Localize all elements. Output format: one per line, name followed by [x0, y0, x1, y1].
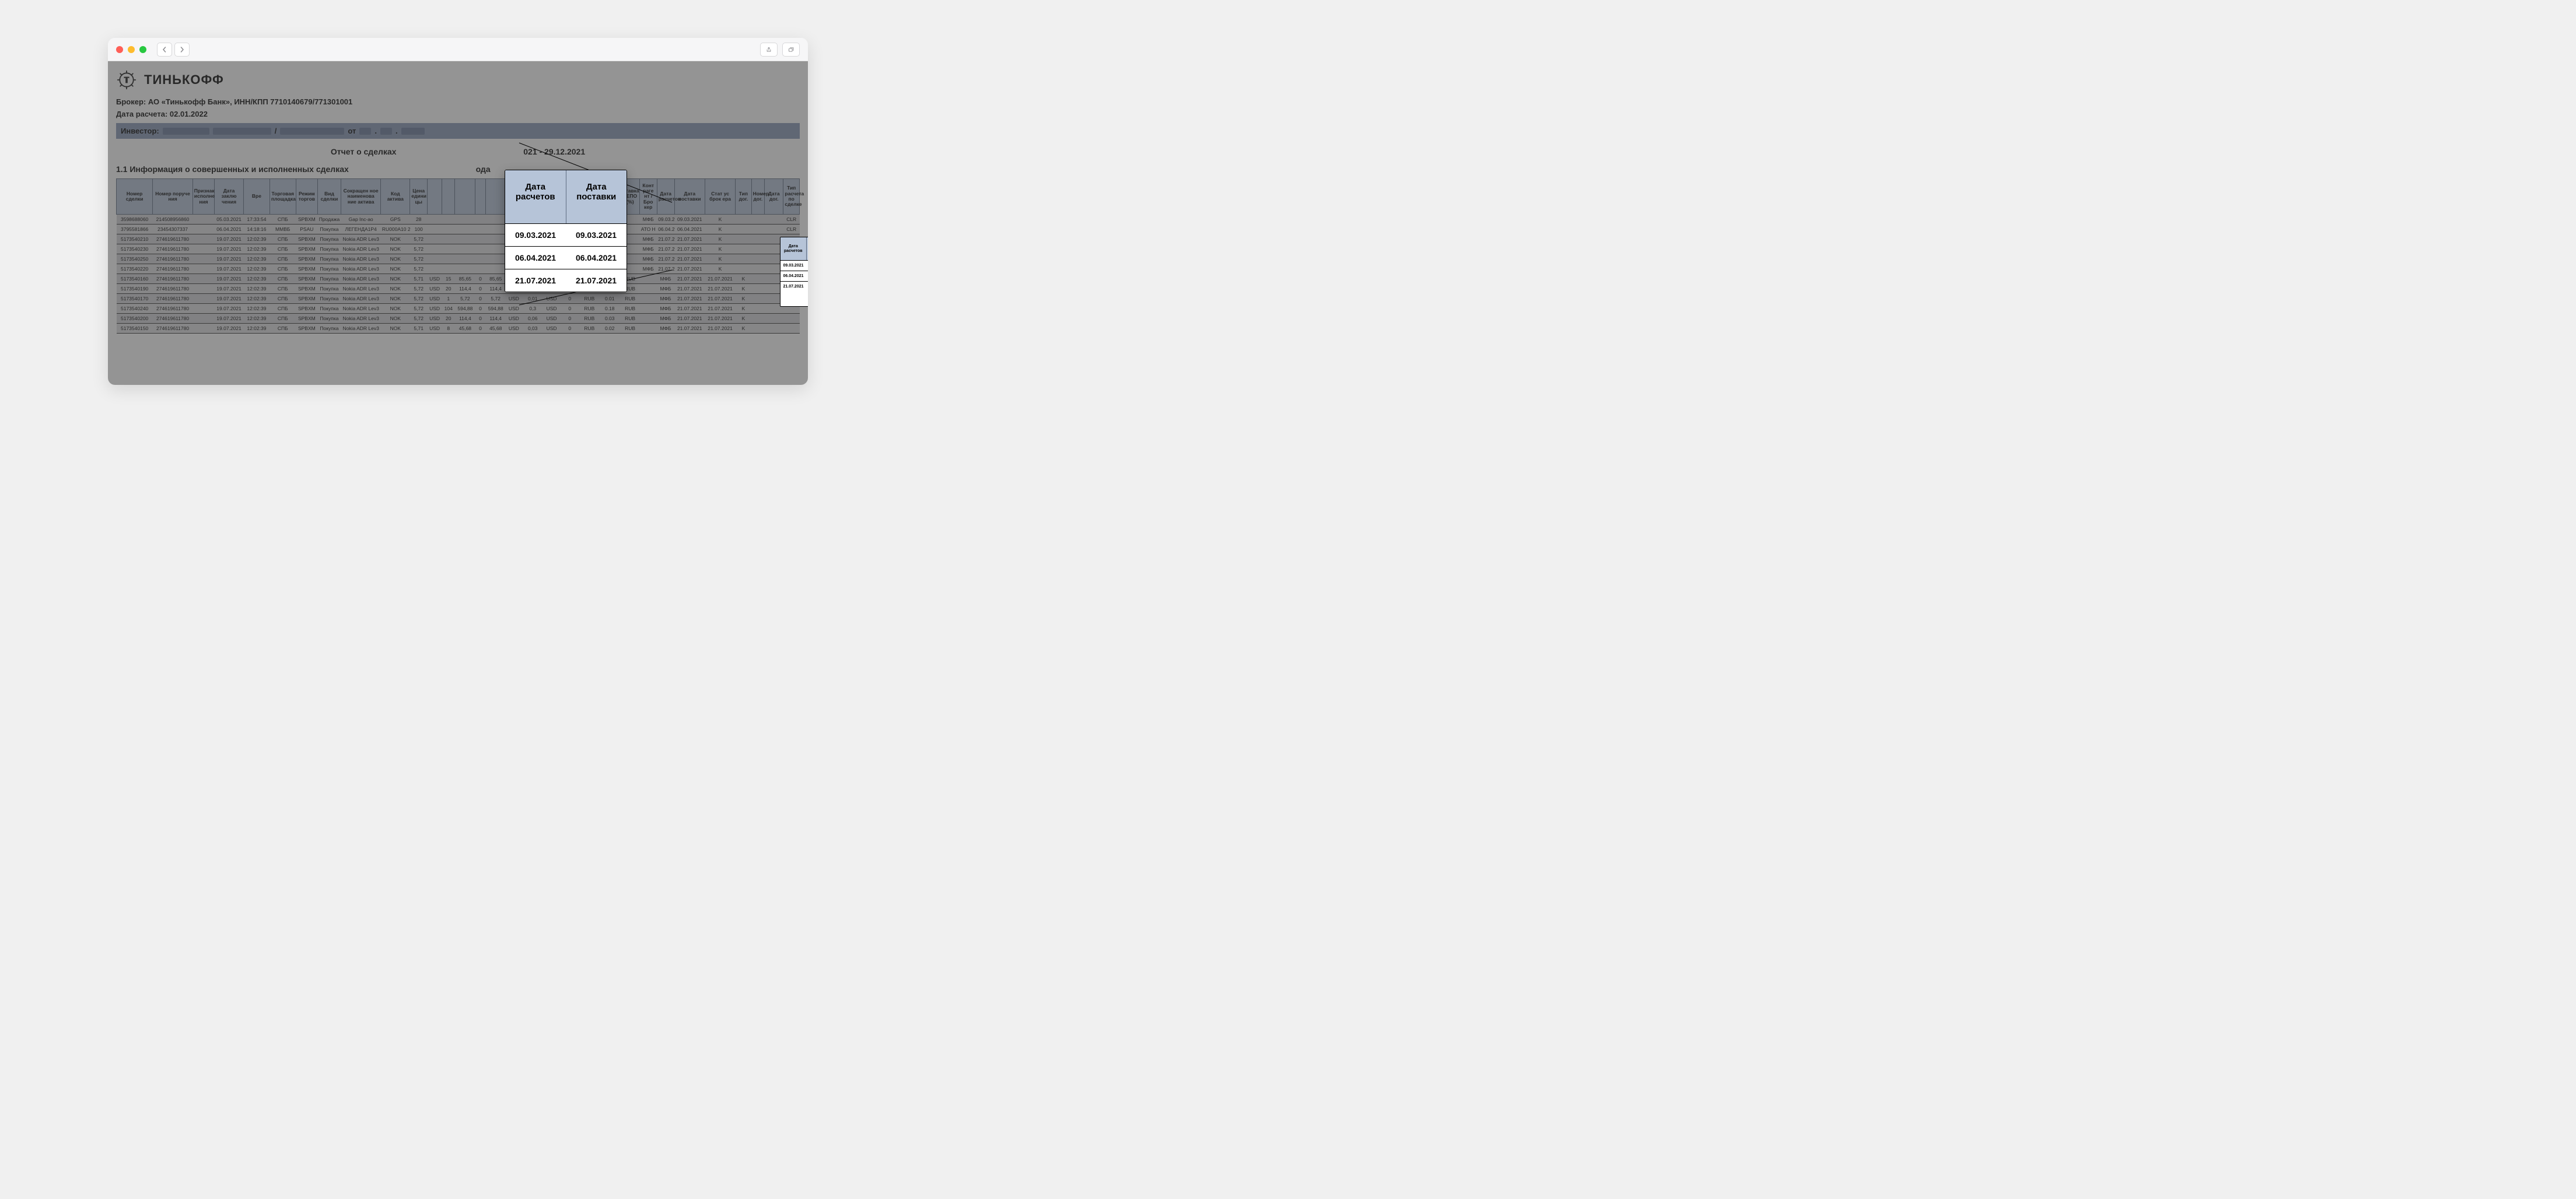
th: Вре: [243, 179, 270, 215]
th: Номер сделки: [117, 179, 153, 215]
redacted: [401, 128, 425, 135]
th: Тип дог.: [736, 179, 751, 215]
zoom-header-1: Дата расчетов: [505, 170, 566, 223]
th: Режим торгов: [296, 179, 317, 215]
table-row: 517354017027461961178019.07.202112:02:39…: [117, 294, 800, 304]
th: Код актива: [381, 179, 410, 215]
th: Конт раге нт / Бро кер: [639, 179, 657, 215]
table-row: 517354015027461961178019.07.202112:02:39…: [117, 324, 800, 334]
zoom-source-highlight: Дата расчетов Дата поставки 09.03.202109…: [780, 237, 808, 307]
th: Тип расчета по сделке: [783, 179, 800, 215]
table-header-row: Номер сделкиНомер поруче нияПризнак испо…: [117, 179, 800, 215]
traffic-lights: [116, 46, 146, 53]
th: Вид сделки: [318, 179, 341, 215]
th: [475, 179, 485, 215]
th: Дата заклю чения: [215, 179, 244, 215]
table-row: 517354021027461961178019.07.202112:02:39…: [117, 234, 800, 244]
zoom-header-2: Дата поставки: [566, 170, 627, 223]
investor-bar: Инвестор: / от . .: [116, 123, 800, 139]
th: Номер поруче ния: [153, 179, 193, 215]
back-button[interactable]: [157, 43, 172, 57]
browser-window: ТИНЬКОФФ Брокер: АО «Тинькофф Банк», ИНН…: [108, 38, 808, 385]
th: [442, 179, 455, 215]
th: [455, 179, 475, 215]
th: Торговая площадка: [270, 179, 296, 215]
table-row: 37955818662345430733706.04.202114:18:16М…: [117, 225, 800, 234]
tabs-icon[interactable]: [782, 43, 800, 57]
broker-line: Брокер: АО «Тинькофф Банк», ИНН/КПП 7710…: [116, 97, 800, 106]
section-title: 1.1 Информация о совершенных и исполненн…: [116, 164, 800, 174]
th: Дата поставки: [674, 179, 705, 215]
close-icon[interactable]: [116, 46, 123, 53]
table-row: 517354023027461961178019.07.202112:02:39…: [117, 244, 800, 254]
table-row: 517354025027461961178019.07.202112:02:39…: [117, 254, 800, 264]
titlebar: [108, 38, 808, 61]
brand: ТИНЬКОФФ: [116, 69, 800, 90]
minimize-icon[interactable]: [128, 46, 135, 53]
zoom-callout: Дата расчетов Дата поставки 09.03.202109…: [505, 170, 627, 292]
table-row: 517354019027461961178019.07.202112:02:39…: [117, 284, 800, 294]
table-body: 359868806021450895686005.03.202117:33:54…: [117, 215, 800, 334]
brand-name: ТИНЬКОФФ: [144, 72, 224, 87]
th: Признак исполне ния: [192, 179, 214, 215]
th: [485, 179, 506, 215]
table-row: 517354022027461961178019.07.202112:02:39…: [117, 264, 800, 274]
share-icon[interactable]: [760, 43, 778, 57]
trades-table: Номер сделкиНомер поруче нияПризнак испо…: [116, 178, 800, 334]
th: Дата дог.: [765, 179, 783, 215]
table-row: 517354020027461961178019.07.202112:02:39…: [117, 314, 800, 324]
investor-label: Инвестор:: [121, 127, 159, 135]
report-title: Отчет о сделках 021 - 29.12.2021: [116, 147, 800, 156]
nav-buttons: [157, 43, 190, 57]
redacted: [380, 128, 392, 135]
th: Номер дог.: [751, 179, 764, 215]
redacted: [280, 128, 344, 135]
table-row: 359868806021450895686005.03.202117:33:54…: [117, 215, 800, 225]
tinkoff-logo-icon: [116, 69, 137, 90]
calc-date-line: Дата расчета: 02.01.2022: [116, 110, 800, 118]
document: ТИНЬКОФФ Брокер: АО «Тинькофф Банк», ИНН…: [108, 61, 808, 385]
th: Стат ус брок ера: [705, 179, 735, 215]
th: [428, 179, 442, 215]
redacted: [163, 128, 209, 135]
zoom-icon[interactable]: [139, 46, 146, 53]
th: Цена едини цы: [410, 179, 428, 215]
forward-button[interactable]: [174, 43, 190, 57]
th: Сокращен ное наименова ние актива: [341, 179, 381, 215]
th: Дата расчетов: [657, 179, 674, 215]
table-row: 517354016027461961178019.07.202112:02:39…: [117, 274, 800, 284]
redacted: [359, 128, 371, 135]
table-row: 517354024027461961178019.07.202112:02:39…: [117, 304, 800, 314]
redacted: [213, 128, 271, 135]
